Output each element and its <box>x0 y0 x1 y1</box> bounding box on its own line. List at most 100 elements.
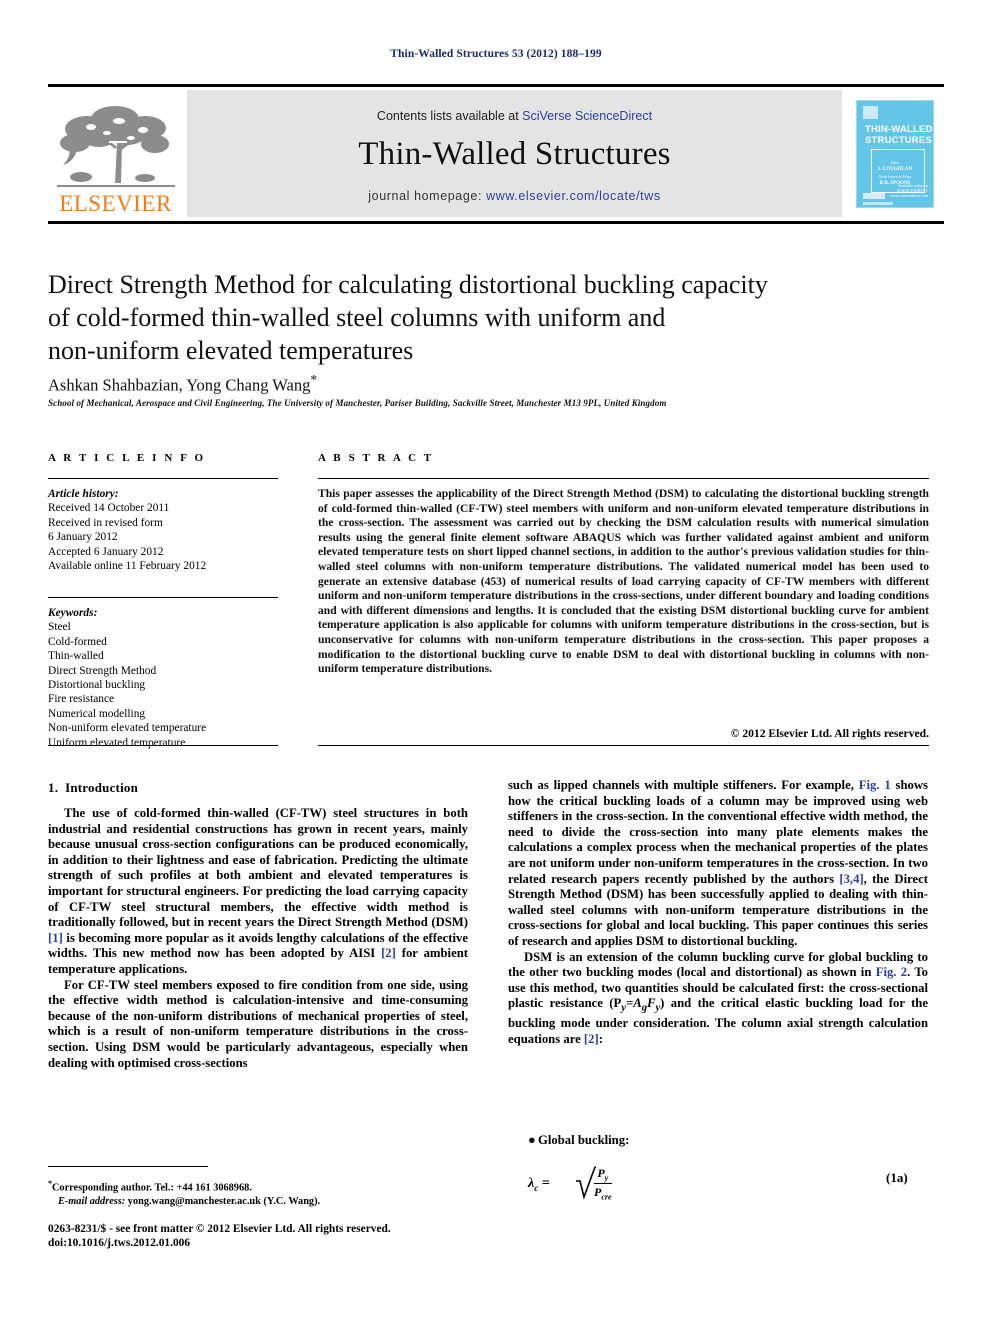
lambda-subscript: c <box>534 1182 539 1193</box>
numerator-subscript: y <box>604 1173 609 1183</box>
author-list: Ashkan Shahbazian, Yong Chang Wang* <box>48 372 928 396</box>
section-number: 1. <box>48 780 59 795</box>
abstract-heading: A B S T R A C T <box>318 452 434 464</box>
section-title: Introduction <box>65 780 139 795</box>
article-info-heading: A R T I C L E I N F O <box>48 452 206 464</box>
keyword-item: Numerical modelling <box>48 707 146 720</box>
citation-ref-2[interactable]: [2] <box>381 946 396 960</box>
keywords-label: Keywords: <box>48 607 98 619</box>
cover-footer-url: www.sciencedirect.com <box>889 193 928 198</box>
contents-prefix: Contents lists available at <box>376 108 523 123</box>
abstract-text: This paper assesses the applicability of… <box>318 487 929 676</box>
paper-page: Thin-Walled Structures 53 (2012) 188–199 <box>0 0 992 1323</box>
abstract-rule-bottom <box>318 745 929 746</box>
cover-footer-bar-icon <box>863 202 893 205</box>
cover-editor-label: Editor <box>890 161 900 165</box>
paper-title-line2: of cold-formed thin-walled steel columns… <box>48 303 666 332</box>
bullet-dot-icon: ● <box>528 1133 536 1147</box>
cover-title-line2: STRUCTURES <box>865 134 932 146</box>
cover-title: THIN-WALLED STRUCTURES <box>865 124 933 146</box>
paper-title-line3: non-uniform elevated temperatures <box>48 336 414 365</box>
abstract-rule-top <box>318 478 929 479</box>
equation-1a: λc = Py Pcre <box>528 1163 928 1207</box>
author-names: Ashkan Shahbazian, Yong Chang Wang <box>48 375 311 395</box>
cover-sciencedirect-note: Available online at SCIENCEDIRECT www.sc… <box>890 183 928 198</box>
cover-assoc-label: North American Editor <box>878 175 912 179</box>
footnote-email: E-mail address: yong.wang@manchester.ac.… <box>48 1195 468 1208</box>
journal-homepage-line: journal homepage: www.elsevier.com/locat… <box>368 189 660 203</box>
affiliation: School of Mechanical, Aerospace and Civi… <box>48 398 667 408</box>
cover-title-line1: THIN-WALLED <box>865 124 933 135</box>
equation-lhs: λc = <box>528 1176 550 1193</box>
article-history-label: Article history: <box>48 488 119 500</box>
equation-number: (1a) <box>886 1170 908 1185</box>
email-address[interactable]: yong.wang@manchester.ac.uk (Y.C. Wang). <box>128 1196 320 1207</box>
masthead-center-band: Contents lists available at SciVerse Sci… <box>187 90 842 217</box>
paragraph: For CF-TW steel members exposed to fire … <box>48 977 468 1070</box>
keywords-rule-bottom <box>48 745 278 746</box>
cover-footer-block-icon <box>863 193 885 199</box>
page-footer: 0263-8231/$ - see front matter © 2012 El… <box>48 1222 478 1251</box>
denominator-subscript: cre <box>601 1192 612 1202</box>
paragraph: such as lipped channels with multiple st… <box>508 778 928 950</box>
para-text: such as lipped channels with multiple st… <box>508 778 859 792</box>
footnote-block: *Corresponding author. Tel.: +44 161 306… <box>48 1177 468 1208</box>
elsevier-tree-icon <box>56 106 175 187</box>
keyword-item: Distortional buckling <box>48 679 146 692</box>
footnote-corresponding-text: Corresponding author. Tel.: +44 161 3068… <box>52 1182 252 1194</box>
keyword-item: Non-uniform elevated temperature <box>48 722 207 735</box>
corresponding-author-marker: * <box>310 372 318 387</box>
cover-publisher-badge-icon <box>863 106 878 119</box>
elsevier-wordmark: ELSEVIER <box>59 191 172 216</box>
journal-cover-thumbnail: THIN-WALLED STRUCTURES Editor J. LOUGHLA… <box>846 87 944 221</box>
fraction-numerator: Py <box>594 1166 612 1185</box>
paper-title-line1: Direct Strength Method for calculating d… <box>48 270 768 299</box>
contents-available-line: Contents lists available at SciVerse Sci… <box>377 109 652 123</box>
footnote-corresponding: *Corresponding author. Tel.: +44 161 306… <box>48 1177 468 1195</box>
running-head: Thin-Walled Structures 53 (2012) 188–199 <box>390 48 602 60</box>
citation-ref-3-4[interactable]: [3,4] <box>839 872 863 886</box>
bullet-global-buckling: ● Global buckling: <box>528 1133 928 1148</box>
journal-title: Thin-Walled Structures <box>358 135 671 172</box>
para-text: : <box>598 1032 603 1047</box>
keyword-item: Uniform elevated temperature <box>48 736 186 749</box>
journal-homepage-link[interactable]: www.elsevier.com/locate/tws <box>486 189 661 203</box>
para-text: The use of cold-formed thin-walled (CF-T… <box>48 806 468 930</box>
citation-ref-1[interactable]: [1] <box>48 931 63 945</box>
elsevier-logo: ELSEVIER <box>48 87 183 221</box>
keywords-list: Keywords: Steel Cold-formed Thin-walled … <box>48 606 280 750</box>
citation-ref-2b[interactable]: [2] <box>584 1032 599 1046</box>
keyword-item: Cold-formed <box>48 635 107 648</box>
article-info-rule-top <box>48 478 278 479</box>
doi-line[interactable]: doi:10.1016/j.tws.2012.01.006 <box>48 1236 478 1250</box>
body-column-right: such as lipped channels with multiple st… <box>508 778 928 1048</box>
history-item: Accepted 6 January 2012 <box>48 545 164 558</box>
history-item: Received 14 October 2011 <box>48 502 170 515</box>
fraction-denominator: Pcre <box>594 1184 612 1201</box>
email-label: E-mail address: <box>58 1195 126 1207</box>
body-column-left: The use of cold-formed thin-walled (CF-T… <box>48 806 468 1071</box>
footnote-rule <box>48 1166 208 1167</box>
section-heading-introduction: 1. Introduction <box>48 780 138 796</box>
cover-editor-name: J. LOUGHLAN <box>877 167 913 172</box>
figure-ref-2[interactable]: Fig. 2 <box>876 965 907 979</box>
keyword-item: Direct Strength Method <box>48 664 157 677</box>
para-text: =A <box>626 996 642 1011</box>
journal-masthead: ELSEVIER Contents lists available at Sci… <box>48 84 944 224</box>
bullet-label: Global buckling: <box>538 1133 630 1147</box>
equals-sign: = <box>541 1176 550 1191</box>
cover-artwork: THIN-WALLED STRUCTURES Editor J. LOUGHLA… <box>856 100 934 208</box>
history-item: Received in revised form <box>48 516 163 529</box>
para-text: shows how the critical buckling loads of… <box>508 778 928 886</box>
keyword-item: Fire resistance <box>48 693 115 706</box>
keyword-item: Thin-walled <box>48 650 104 663</box>
figure-ref-1[interactable]: Fig. 1 <box>859 778 891 792</box>
numerator-symbol: P <box>597 1166 605 1180</box>
equation-fraction: Py Pcre <box>594 1166 612 1202</box>
sciencedirect-link[interactable]: SciVerse ScienceDirect <box>522 109 652 123</box>
abstract-copyright: © 2012 Elsevier Ltd. All rights reserved… <box>730 727 929 740</box>
paragraph: DSM is an extension of the column buckli… <box>508 950 928 1048</box>
issn-copyright-line: 0263-8231/$ - see front matter © 2012 El… <box>48 1223 391 1235</box>
article-history: Article history: Received 14 October 201… <box>48 487 280 573</box>
keywords-rule-top <box>48 597 278 598</box>
